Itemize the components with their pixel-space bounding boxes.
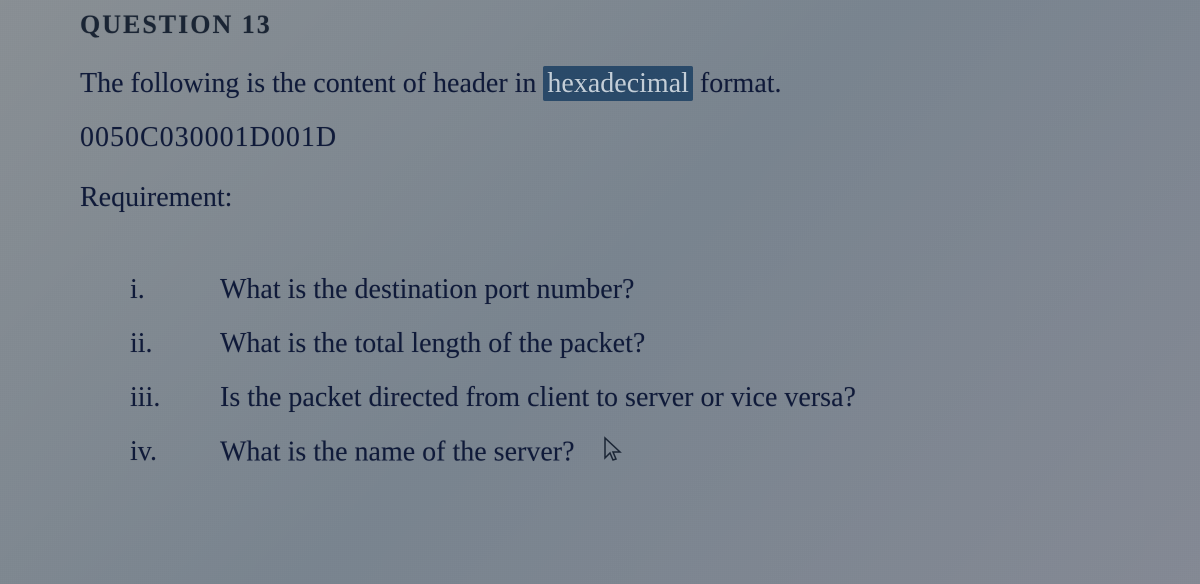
question-item: iv. What is the name of the server? bbox=[130, 436, 1150, 472]
question-item: ii. What is the total length of the pack… bbox=[130, 328, 1150, 360]
question-text: What is the destination port number? bbox=[220, 274, 1150, 306]
roman-numeral: ii. bbox=[130, 328, 220, 360]
requirement-label: Requirement: bbox=[80, 182, 1150, 214]
question-item: iii. Is the packet directed from client … bbox=[130, 382, 1150, 414]
intro-suffix: format. bbox=[693, 68, 782, 99]
question-text: What is the name of the server? bbox=[220, 436, 1150, 472]
question-text-label: What is the name of the server? bbox=[220, 436, 575, 467]
question-text: Is the packet directed from client to se… bbox=[220, 382, 1150, 414]
highlighted-word: hexadecimal bbox=[543, 66, 692, 101]
cursor-icon bbox=[602, 436, 624, 472]
question-number-header: QUESTION 13 bbox=[80, 10, 1150, 40]
roman-numeral: iii. bbox=[130, 382, 220, 414]
intro-text: The following is the content of header i… bbox=[80, 68, 1150, 100]
roman-numeral: i. bbox=[130, 274, 220, 306]
hex-content: 0050C030001D001D bbox=[80, 122, 1150, 154]
question-item: i. What is the destination port number? bbox=[130, 274, 1150, 306]
questions-list: i. What is the destination port number? … bbox=[80, 274, 1150, 472]
intro-prefix: The following is the content of header i… bbox=[80, 68, 543, 99]
question-text: What is the total length of the packet? bbox=[220, 328, 1150, 360]
roman-numeral: iv. bbox=[130, 436, 220, 472]
